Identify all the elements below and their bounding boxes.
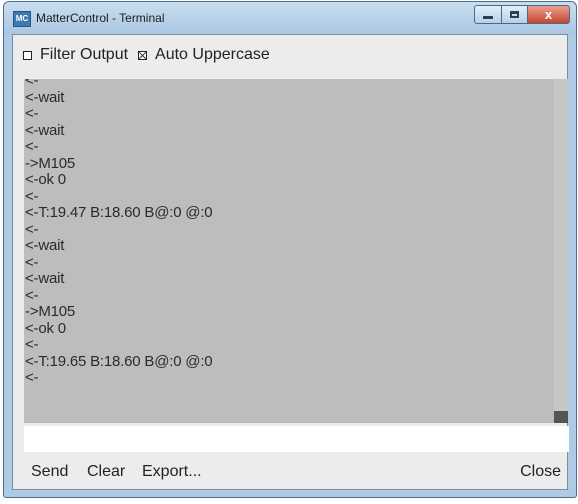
title-bar[interactable]: MC MatterControl - Terminal x	[4, 2, 576, 35]
output-line: <-	[25, 220, 39, 238]
output-scrollbar[interactable]	[554, 79, 568, 423]
output-line: <-wait	[25, 237, 65, 254]
auto-uppercase-checkbox[interactable]: Auto Uppercase	[138, 46, 270, 64]
command-input[interactable]	[24, 426, 569, 452]
close-button[interactable]: Close	[520, 463, 561, 481]
output-lines: <- <-wait <- <-wait <- ->M105 <-ok 0 <- <-T:19.4…	[25, 79, 213, 387]
options-bar: Filter Output Auto Uppercase	[13, 35, 567, 75]
output-line: <-	[25, 105, 39, 122]
minimize-icon	[483, 16, 493, 19]
output-line: <-T:19.65 B:18.60 B@:0 @:0	[25, 352, 213, 370]
output-line: <-wait	[25, 270, 65, 287]
filter-output-label: Filter Output	[40, 46, 129, 63]
output-line: ->M105	[25, 303, 76, 320]
output-line: <-	[25, 79, 39, 89]
auto-uppercase-label: Auto Uppercase	[155, 46, 270, 63]
output-line: <-ok 0	[25, 171, 66, 188]
terminal-window: MC MatterControl - Terminal x Filter Out…	[3, 1, 577, 498]
output-line: <-wait	[25, 121, 65, 139]
maximize-icon	[510, 11, 519, 18]
scrollbar-thumb[interactable]	[554, 411, 568, 423]
filter-output-checkbox[interactable]: Filter Output	[23, 46, 128, 64]
output-line: <-	[25, 253, 39, 271]
send-button[interactable]: Send	[31, 463, 68, 481]
clear-button[interactable]: Clear	[87, 463, 125, 481]
output-line: <-wait	[25, 88, 65, 106]
terminal-output[interactable]: <- <-wait <- <-wait <- ->M105 <-ok 0 <- <-T:19.4…	[24, 79, 568, 423]
output-line: <-	[25, 138, 39, 155]
app-icon: MC	[13, 11, 31, 27]
output-line: <-T:19.47 B:18.60 B@:0 @:0	[25, 204, 213, 221]
export-button[interactable]: Export...	[142, 463, 202, 481]
maximize-button[interactable]	[501, 5, 528, 24]
output-line: <-	[25, 369, 39, 386]
close-icon: x	[544, 7, 553, 22]
output-line: <-	[25, 336, 39, 353]
minimize-button[interactable]	[474, 5, 502, 24]
button-bar: Send Clear Export... Close	[13, 455, 567, 489]
close-window-button[interactable]: x	[527, 5, 570, 24]
checkbox-icon	[138, 50, 148, 60]
output-line: <-ok 0	[25, 319, 66, 337]
checkbox-icon	[23, 50, 32, 60]
output-line: <-	[25, 187, 39, 205]
window-title: MatterControl - Terminal	[36, 11, 165, 25]
output-line: <-	[25, 286, 39, 304]
output-line: ->M105	[25, 154, 76, 172]
terminal-panel: Filter Output Auto Uppercase <- <-wait <- <…	[12, 34, 569, 490]
